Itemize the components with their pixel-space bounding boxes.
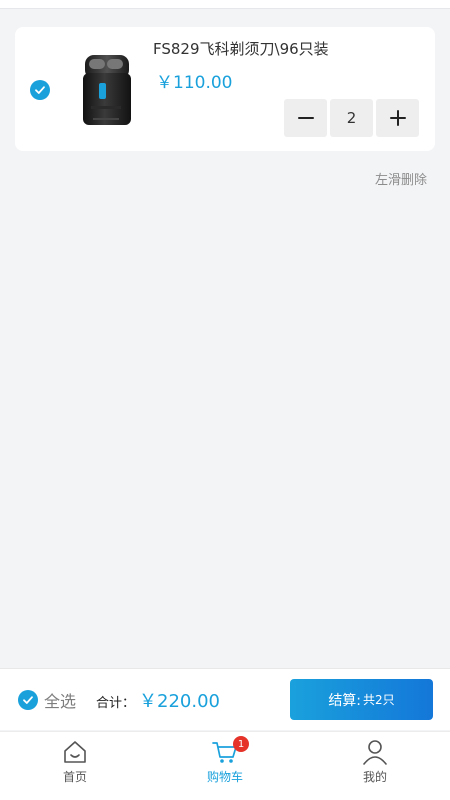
- decrease-quantity-button[interactable]: [284, 99, 327, 137]
- bottom-tab-bar: 首页 1 购物车 我的: [0, 731, 450, 800]
- user-icon: [361, 738, 389, 766]
- select-all-checkbox[interactable]: [18, 690, 38, 710]
- checkout-count: 共2只: [363, 693, 395, 707]
- plus-icon: [389, 110, 406, 126]
- checkout-bar: 全选 合计： ￥220.00 结算: 共2只: [0, 668, 450, 730]
- select-all-label[interactable]: 全选: [44, 688, 76, 712]
- checkout-button[interactable]: 结算: 共2只: [290, 679, 433, 720]
- cart-icon: 1: [211, 736, 249, 766]
- shopping-cart-page: FS829飞科剃须刀\96只装 ￥110.00 2 左滑删除 全选 合计： ￥2…: [0, 0, 450, 800]
- increase-quantity-button[interactable]: [376, 99, 419, 137]
- swipe-delete-hint: 左滑删除: [374, 173, 427, 188]
- home-icon: [61, 738, 89, 766]
- product-name[interactable]: FS829飞科剃须刀\96只装: [153, 38, 329, 59]
- top-divider: [0, 0, 450, 9]
- tab-home-label: 首页: [62, 770, 87, 784]
- cart-badge: 1: [233, 736, 249, 752]
- total-price: ￥220.00: [139, 691, 220, 712]
- quantity-value[interactable]: 2: [330, 99, 373, 137]
- tab-profile[interactable]: 我的: [300, 732, 450, 792]
- item-checkbox[interactable]: [30, 80, 50, 100]
- product-price: ￥110.00: [156, 73, 233, 93]
- tab-home[interactable]: 首页: [0, 732, 150, 792]
- minus-icon: [297, 117, 314, 119]
- checkmark-icon: [23, 696, 33, 704]
- total-label: 合计：: [96, 696, 136, 711]
- checkout-label: 结算:: [328, 692, 362, 709]
- tab-cart[interactable]: 1 购物车: [150, 732, 300, 792]
- tab-cart-label: 购物车: [206, 770, 243, 784]
- cart-item[interactable]: FS829飞科剃须刀\96只装 ￥110.00 2: [15, 27, 435, 151]
- shaver-image: [83, 55, 131, 125]
- quantity-stepper[interactable]: 2: [284, 99, 419, 137]
- tab-profile-label: 我的: [362, 770, 387, 784]
- product-image[interactable]: [73, 49, 143, 131]
- checkmark-icon: [35, 86, 45, 94]
